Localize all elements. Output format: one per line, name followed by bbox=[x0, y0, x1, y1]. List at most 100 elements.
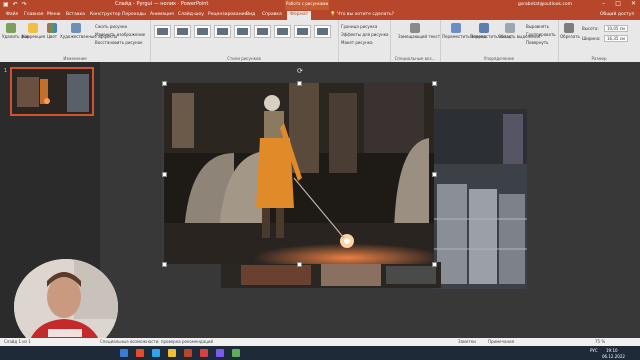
notes-button[interactable]: Заметки bbox=[458, 339, 476, 344]
powerpoint-icon[interactable] bbox=[184, 349, 192, 357]
close-icon[interactable]: ✕ bbox=[631, 0, 636, 7]
align-button[interactable]: Выровнять bbox=[526, 24, 549, 29]
picture-style-5[interactable] bbox=[234, 25, 251, 38]
group-button[interactable]: Группировать bbox=[526, 32, 556, 37]
picture-style-3[interactable] bbox=[194, 25, 211, 38]
tell-me-search[interactable]: 💡 Что вы хотите сделать? bbox=[330, 12, 394, 17]
remove-background-icon bbox=[6, 23, 16, 33]
photoshop-icon[interactable] bbox=[152, 349, 160, 357]
picture-style-2[interactable] bbox=[174, 25, 191, 38]
warehouse-photo-svg bbox=[433, 109, 527, 289]
clock-time[interactable]: 19:10 bbox=[606, 348, 618, 353]
tab-view[interactable]: Вид bbox=[246, 12, 255, 17]
share-button[interactable]: Общий доступ bbox=[600, 12, 634, 17]
crop-icon bbox=[564, 23, 574, 33]
picture-effects-button[interactable]: Эффекты для рисунка bbox=[341, 32, 388, 37]
group-accessibility: Замещающий текст Специальные воз... bbox=[390, 20, 441, 62]
tab-file[interactable]: Файл bbox=[6, 12, 18, 17]
keyboard-language[interactable]: РУС bbox=[590, 348, 598, 353]
acrobat-icon[interactable] bbox=[200, 349, 208, 357]
corrections-button[interactable]: Коррекция bbox=[22, 23, 45, 39]
height-input[interactable]: 10,05 см bbox=[604, 25, 628, 32]
foundry-worker-photo[interactable] bbox=[164, 83, 434, 264]
bring-forward-icon bbox=[451, 23, 461, 33]
resize-handle[interactable] bbox=[297, 81, 302, 86]
height-label: Высота: bbox=[582, 26, 599, 31]
resize-handle[interactable] bbox=[432, 81, 437, 86]
maximize-icon[interactable]: □ bbox=[615, 0, 621, 7]
lower-photo-strip[interactable] bbox=[221, 262, 441, 288]
ribbon: Удалить фон Коррекция Цвет Художественны… bbox=[0, 20, 640, 63]
rotate-button[interactable]: Повернуть bbox=[526, 40, 548, 45]
selection-pane-icon bbox=[505, 23, 515, 33]
picture-layout-button[interactable]: Макет рисунка bbox=[341, 40, 373, 45]
artistic-effects-button[interactable]: Художественные эффекты bbox=[60, 23, 117, 39]
remove-background-button[interactable]: Удалить фон bbox=[2, 23, 29, 39]
group-label-accessibility: Специальные воз... bbox=[394, 56, 436, 61]
group-picture-format: Граница рисунка Эффекты для рисунка Маке… bbox=[338, 20, 391, 62]
tab-home[interactable]: Главная bbox=[24, 12, 43, 17]
tab-menu[interactable]: Меню bbox=[47, 12, 60, 17]
compress-pictures-button[interactable]: Сжать рисунки bbox=[95, 24, 127, 29]
app-icon[interactable] bbox=[216, 349, 224, 357]
slide-thumbnail-preview bbox=[12, 69, 92, 114]
picture-border-button[interactable]: Граница рисунка bbox=[341, 24, 377, 29]
illustrator-icon[interactable] bbox=[136, 349, 144, 357]
account-name[interactable]: gsrabotat@outlook.com bbox=[518, 2, 572, 7]
resize-handle[interactable] bbox=[297, 262, 302, 267]
reset-picture-button[interactable]: Восстановить рисунок bbox=[95, 40, 143, 45]
browser-icon[interactable] bbox=[120, 349, 128, 357]
tab-design[interactable]: Конструктор bbox=[90, 12, 120, 17]
send-backward-button[interactable]: Переместить назад bbox=[470, 23, 511, 39]
picture-style-8[interactable] bbox=[294, 25, 311, 38]
undo-icon[interactable]: ↶ bbox=[13, 1, 18, 8]
resize-handle[interactable] bbox=[162, 81, 167, 86]
resize-handle[interactable] bbox=[162, 172, 167, 177]
width-input[interactable]: 16,35 см bbox=[604, 35, 628, 42]
chrome-icon[interactable] bbox=[168, 349, 176, 357]
resize-handle[interactable] bbox=[432, 172, 437, 177]
windows-taskbar: РУС 19:10 06.12.2022 bbox=[0, 346, 640, 360]
artistic-effects-icon bbox=[71, 23, 81, 33]
rotate-handle-icon[interactable]: ⟳ bbox=[297, 67, 303, 75]
tab-slideshow[interactable]: Слайд-шоу bbox=[178, 12, 204, 17]
minimize-icon[interactable]: – bbox=[602, 0, 605, 7]
picture-style-6[interactable] bbox=[254, 25, 271, 38]
selection-pane-button[interactable]: Область выделения bbox=[498, 23, 540, 39]
save-icon[interactable]: ▣ bbox=[3, 1, 9, 8]
group-adjust: Удалить фон Коррекция Цвет Художественны… bbox=[0, 20, 151, 62]
tab-review[interactable]: Рецензирование bbox=[208, 12, 247, 17]
change-picture-button[interactable]: Изменить изображение bbox=[95, 32, 145, 37]
slide-editor-canvas[interactable]: ⟳ bbox=[100, 62, 640, 345]
redo-icon[interactable]: ↷ bbox=[22, 1, 27, 8]
group-label-styles: Стили рисунков bbox=[227, 56, 261, 61]
group-picture-styles: Стили рисунков bbox=[150, 20, 339, 62]
crop-button[interactable]: Обрезать bbox=[560, 23, 580, 39]
picture-style-7[interactable] bbox=[274, 25, 291, 38]
tab-format[interactable]: Формат bbox=[287, 11, 312, 20]
color-button[interactable]: Цвет bbox=[45, 23, 59, 39]
bring-forward-button[interactable]: Переместить вперед bbox=[442, 23, 486, 39]
comments-button[interactable]: Примечания bbox=[488, 339, 514, 344]
group-arrange: Переместить вперед Переместить назад Обл… bbox=[440, 20, 559, 62]
tab-insert[interactable]: Вставка bbox=[66, 12, 85, 17]
foundry-photo-svg bbox=[164, 83, 434, 264]
accessibility-status[interactable]: Специальные возможности: проверка рекоме… bbox=[100, 339, 213, 344]
tab-help[interactable]: Справка bbox=[262, 12, 282, 17]
picture-style-4[interactable] bbox=[214, 25, 231, 38]
resize-handle[interactable] bbox=[162, 262, 167, 267]
lightbulb-icon: 💡 bbox=[330, 12, 336, 17]
tab-animations[interactable]: Анимация bbox=[150, 12, 174, 17]
warehouse-photo[interactable] bbox=[433, 109, 527, 289]
resize-handle[interactable] bbox=[432, 262, 437, 267]
slide-thumbnail[interactable] bbox=[10, 67, 94, 116]
clock-date[interactable]: 06.12.2022 bbox=[602, 354, 625, 359]
tab-transitions[interactable]: Переходы bbox=[122, 12, 146, 17]
alt-text-button[interactable]: Замещающий текст bbox=[398, 23, 440, 39]
group-label-adjust: Изменение bbox=[63, 56, 87, 61]
picture-style-1[interactable] bbox=[154, 25, 171, 38]
color-icon bbox=[47, 23, 57, 33]
picture-style-9[interactable] bbox=[314, 25, 331, 38]
zoom-level[interactable]: 75 % bbox=[595, 339, 605, 344]
app-icon[interactable] bbox=[232, 349, 240, 357]
